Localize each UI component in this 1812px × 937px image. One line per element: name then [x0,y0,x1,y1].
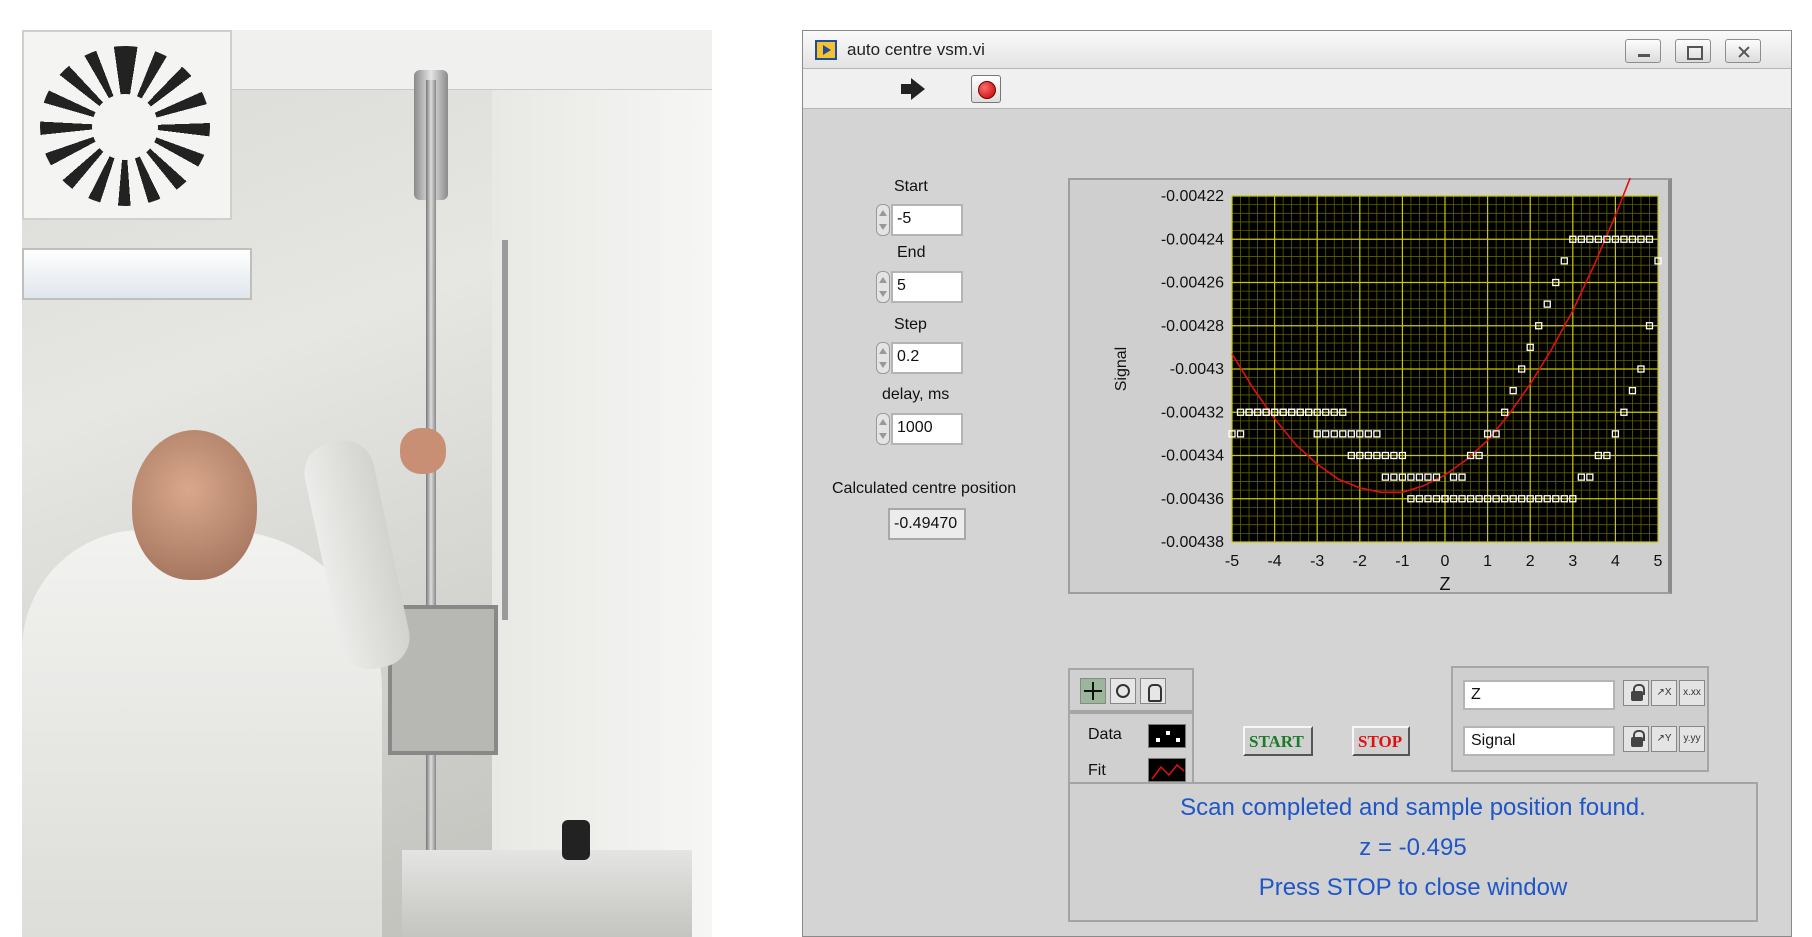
y-tick-label: -0.00434 [1161,448,1224,465]
screenshot-root: auto centre vsm.vi Start -5 End 5 Step 0… [0,0,1812,937]
end-increment-icon[interactable] [876,271,890,303]
x-format-icon[interactable]: x.xx [1679,680,1705,706]
x-scale-name[interactable]: Z [1463,680,1615,710]
x-tick-label: 5 [1654,553,1663,570]
vi-toolbar [803,69,1791,109]
xy-graph: -5 -4 -3 -2 -1 0 1 2 3 4 5 -0.00422 -0.00424 -0.00426… [1113,178,1663,594]
step-label: Step [894,316,927,333]
step-increment-icon[interactable] [876,342,890,374]
plot-legend: Data Fit [1068,712,1194,792]
start-increment-icon[interactable] [876,204,890,236]
window-title: auto centre vsm.vi [847,40,985,59]
fit-line-icon [1151,763,1185,780]
x-autoscale-icon[interactable]: ↗X [1651,680,1677,706]
x-tick-label: 3 [1568,553,1577,570]
y-scale-name[interactable]: Signal [1463,726,1615,756]
x-axis-label: Z [1440,574,1451,594]
ceiling-lamp [22,248,252,300]
abort-stop-icon[interactable] [971,75,1001,103]
instrument-bench [402,850,692,937]
x-tick-label: -3 [1310,553,1324,570]
minimize-button[interactable] [1625,39,1661,63]
data-points-icon [1156,731,1180,742]
start-input[interactable]: -5 [891,204,963,236]
legend-data-swatch[interactable] [1148,724,1186,748]
operator-head [132,430,257,580]
graph-palette [1068,668,1194,712]
x-tick-label: 1 [1483,553,1492,570]
instrument-knob [562,820,590,860]
zoom-icon[interactable] [1110,678,1136,704]
x-tick-label: 4 [1611,553,1620,570]
delay-control[interactable]: 1000 [876,413,966,445]
step-input[interactable]: 0.2 [891,342,963,374]
end-input[interactable]: 5 [891,271,963,303]
scale-legend: Z ↗X x.xx Signal ↗Y y.yy [1451,666,1709,772]
operator-hand [400,428,446,474]
y-tick-label: -0.00422 [1161,188,1224,205]
lab-photo [22,30,712,937]
maximize-button[interactable] [1675,39,1711,63]
delay-increment-icon[interactable] [876,413,890,445]
pan-hand-icon[interactable] [1140,678,1166,704]
y-tick-label: -0.00428 [1161,318,1224,335]
status-line-2: z = -0.495 [1359,834,1467,861]
status-line-3: Press STOP to close window [1258,874,1568,901]
legend-data-label: Data [1088,726,1122,743]
vent-hub [92,94,158,160]
x-lock-icon[interactable] [1623,680,1649,706]
y-tick-label: -0.00432 [1161,404,1224,421]
close-button[interactable] [1725,39,1761,63]
legend-fit-label: Fit [1088,762,1106,779]
y-tick-label: -0.00436 [1161,491,1224,508]
y-tick-label: -0.0043 [1170,361,1224,378]
sample-rod [426,80,436,900]
centre-position-indicator: -0.49470 [888,508,966,540]
wall-pipe [502,240,508,620]
x-tick-label: -4 [1267,553,1281,570]
step-control[interactable]: 0.2 [876,342,966,374]
end-label: End [897,244,926,261]
x-tick-label: -2 [1353,553,1367,570]
y-tick-label: -0.00438 [1161,534,1224,551]
start-control[interactable]: -5 [876,204,966,236]
y-tick-label: -0.00424 [1161,231,1224,248]
status-line-1: Scan completed and sample position found… [1180,794,1646,821]
delay-input[interactable]: 1000 [891,413,963,445]
status-display: Scan completed and sample position found… [1068,782,1758,922]
cursor-move-icon[interactable] [1080,678,1106,704]
x-tick-label: -1 [1395,553,1409,570]
run-arrow-icon[interactable] [895,75,927,103]
start-label: Start [894,178,928,195]
y-autoscale-icon[interactable]: ↗Y [1651,726,1677,752]
x-tick-label: -5 [1225,553,1239,570]
labview-vi-icon [815,40,837,60]
x-tick-label: 0 [1441,553,1450,570]
start-button[interactable]: START [1243,726,1313,756]
stop-button[interactable]: STOP [1352,726,1410,756]
ceiling-vent [22,30,232,220]
x-tick-label: 2 [1526,553,1535,570]
y-format-icon[interactable]: y.yy [1679,726,1705,752]
wall [492,90,712,937]
centre-position-label: Calculated centre position [832,480,1017,497]
y-lock-icon[interactable] [1623,726,1649,752]
y-tick-label: -0.00426 [1161,275,1224,292]
end-control[interactable]: 5 [876,271,966,303]
legend-fit-swatch[interactable] [1148,758,1186,782]
y-axis-label: Signal [1113,347,1130,391]
title-bar[interactable]: auto centre vsm.vi [803,31,1791,69]
delay-label: delay, ms [882,386,950,403]
